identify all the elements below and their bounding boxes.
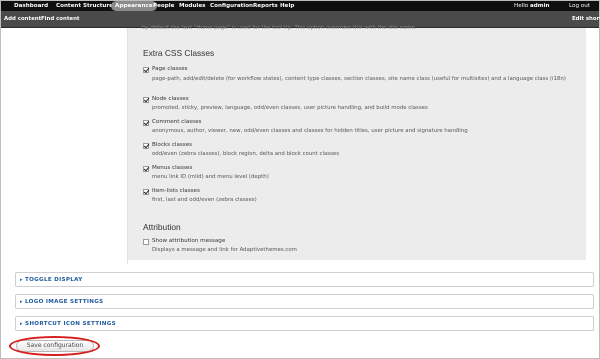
comment-classes-label: Comment classes [152,119,202,125]
toolbar-dashboard-link[interactable]: Dashboard [14,1,48,11]
admin-toolbar: Dashboard Content Structure Appearance P… [1,1,599,11]
toolbar-configuration-link[interactable]: Configuration [210,1,253,11]
attribution-heading: Attribution [143,222,181,232]
highlight-annotation [9,336,100,356]
page-classes-label: Page classes [152,66,188,72]
blocks-classes-description: odd/even (zebra classes), block region, … [152,151,340,157]
attribution-description: Displays a message and link for Adaptive… [152,247,297,253]
node-classes-label: Node classes [152,96,189,102]
collapse-arrow-icon: ▸ [20,321,23,327]
item-lists-classes-description: first, last and odd/even (zebra classes) [152,197,257,203]
edit-shortcuts-link[interactable]: Edit shortc [572,11,600,28]
menus-classes-label: Menus classes [152,165,193,171]
blocks-classes-label: Blocks classes [152,142,193,148]
attribution-checkbox[interactable] [143,239,149,245]
comment-classes-checkbox[interactable] [143,120,149,126]
greeting-text: Hello admin [514,1,549,11]
logo-image-settings-legend[interactable]: LOGO IMAGE SETTINGS [25,295,103,309]
collapse-arrow-icon: ▸ [20,299,23,305]
toolbar-content-link[interactable]: Content [56,1,81,11]
toolbar-people-link[interactable]: People [153,1,174,11]
shortcut-add-content[interactable]: Add content [4,11,41,28]
item-lists-classes-label: Item-lists classes [152,188,200,194]
toggle-display-legend[interactable]: TOGGLE DISPLAY [25,273,83,287]
node-classes-description: promoted, sticky, preview, language, odd… [152,105,428,111]
comment-classes-description: anonymous, author, viewer, new, odd/even… [152,128,468,134]
menus-classes-description: menu link ID (mlid) and menu level (dept… [152,174,269,180]
extra-css-classes-heading: Extra CSS Classes [143,48,215,58]
item-lists-classes-checkbox[interactable] [143,189,149,195]
menus-classes-checkbox[interactable] [143,166,149,172]
logout-link[interactable]: Log out [569,1,590,11]
blocks-classes-checkbox[interactable] [143,143,149,149]
truncated-help-text: by default the text "Home page" is used … [142,25,417,31]
shortcut-icon-settings-fieldset[interactable]: ▸ SHORTCUT ICON SETTINGS [15,316,594,331]
greeting-label: Hello [514,3,529,9]
attribution-label: Show attribution message [152,238,226,244]
page-classes-description: page-path, add/edit/delete (for workflow… [152,76,566,82]
settings-panel [128,28,586,260]
toolbar-reports-link[interactable]: Reports [253,1,278,11]
collapse-arrow-icon: ▸ [20,277,23,283]
username-link[interactable]: admin [530,3,550,9]
toolbar-appearance-link[interactable]: Appearance [111,1,157,11]
logo-image-settings-fieldset[interactable]: ▸ LOGO IMAGE SETTINGS [15,294,594,309]
shortcut-icon-settings-legend[interactable]: SHORTCUT ICON SETTINGS [25,317,116,331]
node-classes-checkbox[interactable] [143,97,149,103]
toolbar-structure-link[interactable]: Structure [83,1,113,11]
toolbar-help-link[interactable]: Help [280,1,294,11]
toggle-display-fieldset[interactable]: ▸ TOGGLE DISPLAY [15,272,594,287]
vertical-tabs-column [15,28,128,264]
toolbar-modules-link[interactable]: Modules [179,1,205,11]
page-classes-checkbox[interactable] [143,67,149,73]
shortcut-find-content[interactable]: Find content [41,11,80,28]
